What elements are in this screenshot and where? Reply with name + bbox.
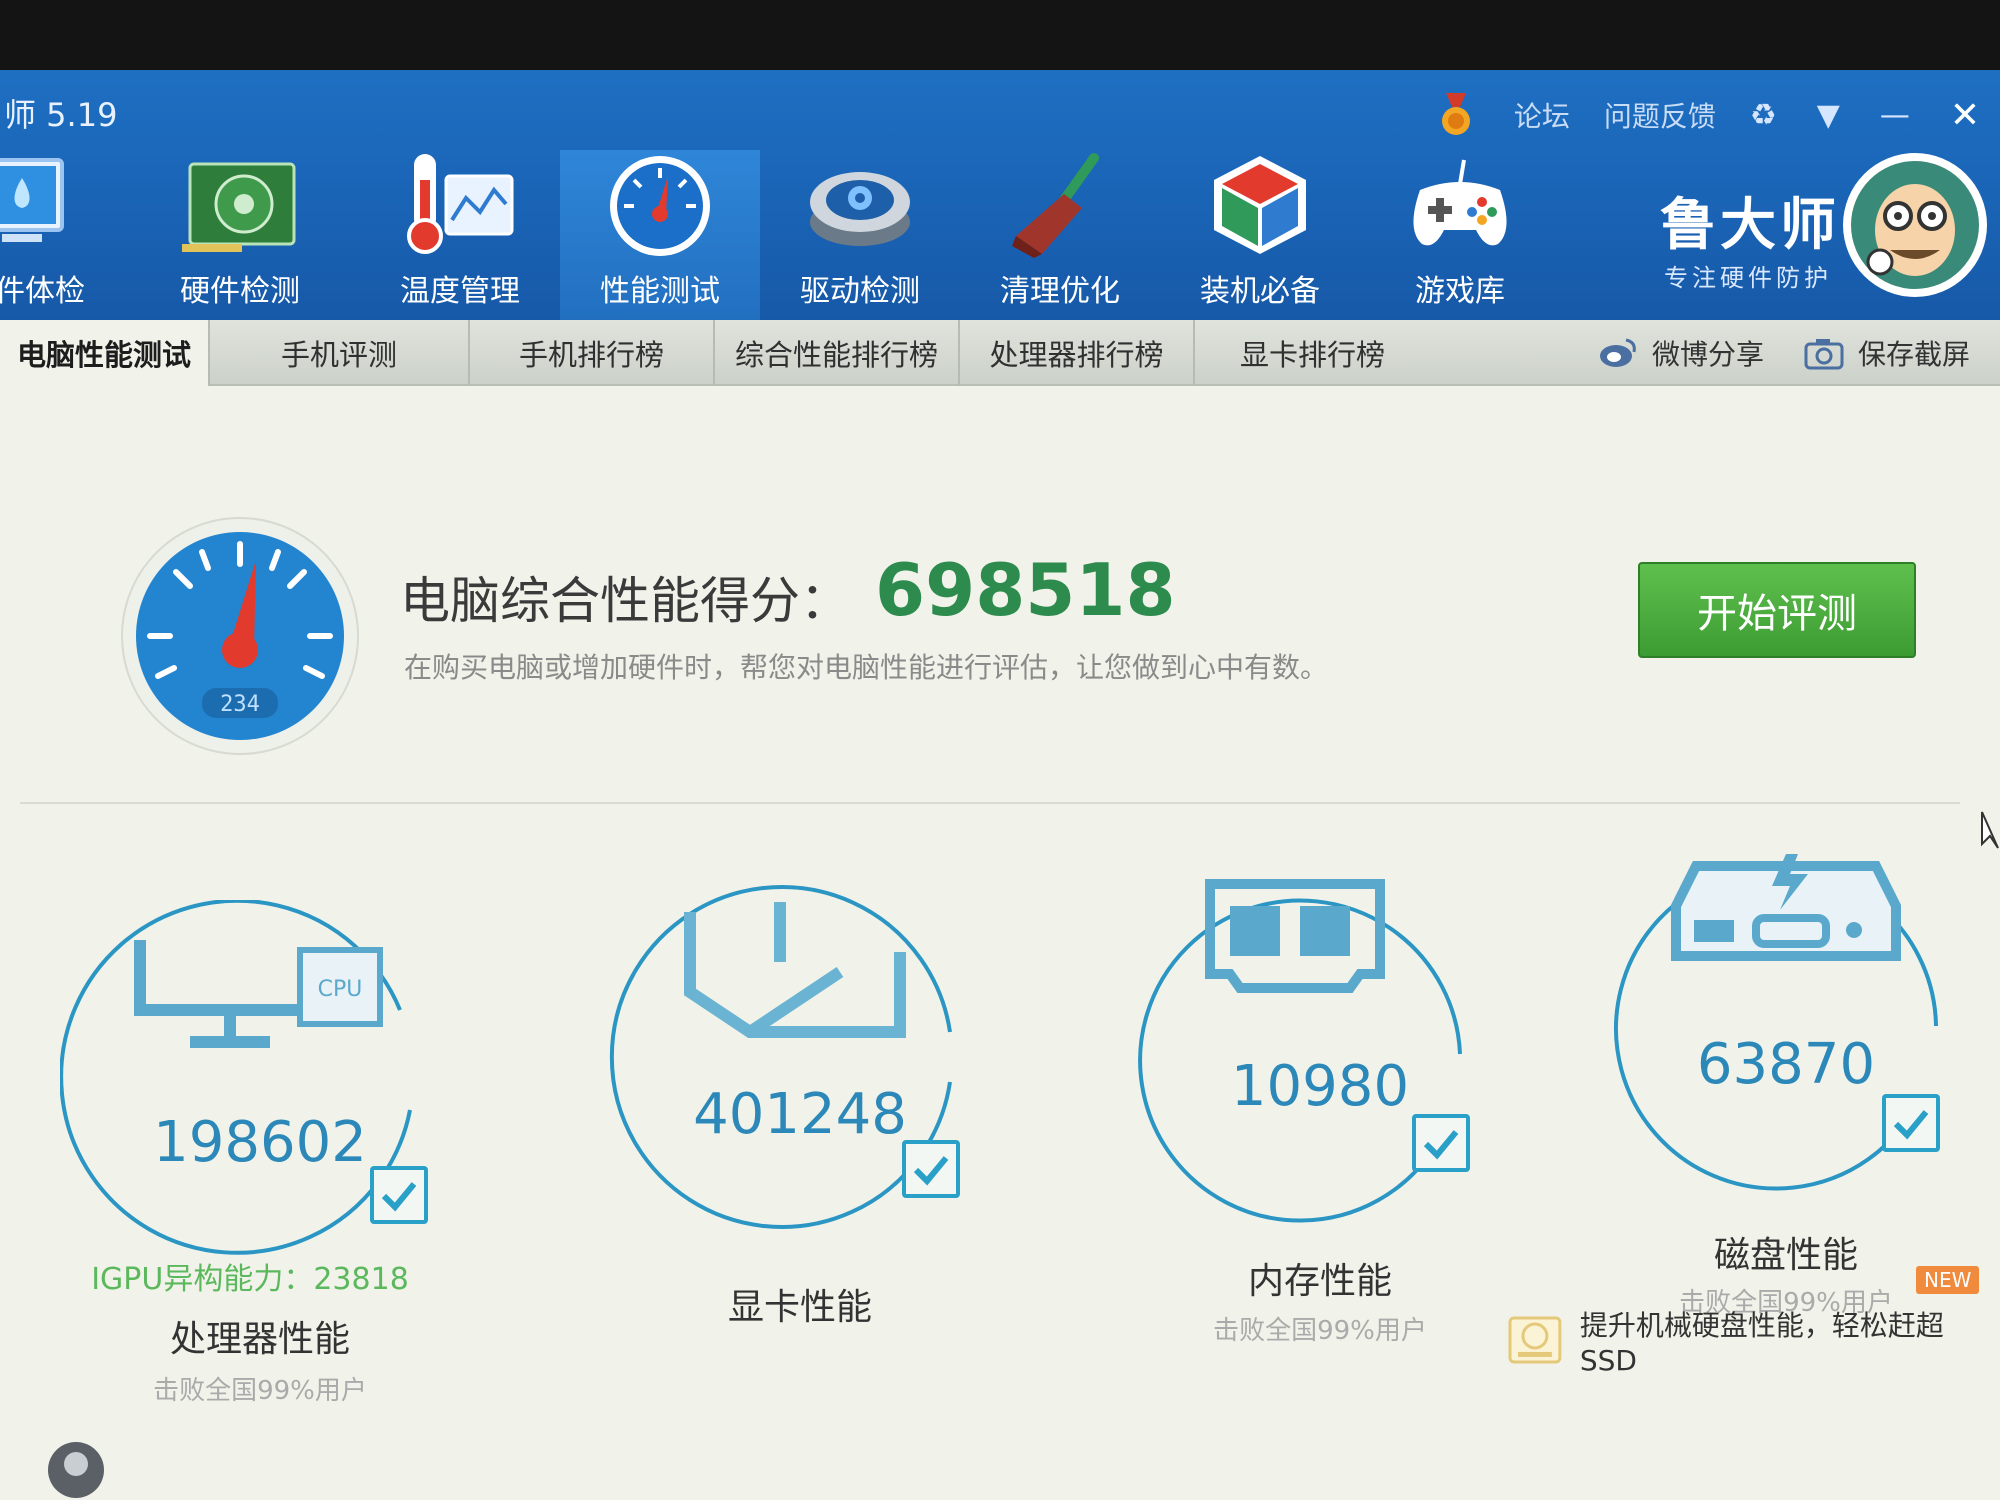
header-bar: 师 5.19 论坛 问题反馈 ♻ ▼ — ✕ 件体检 硬件检测 温度管理 性能测…: [0, 70, 2000, 320]
memory-check-icon: [1412, 1114, 1470, 1172]
overall-score-value: 698518: [875, 548, 1176, 632]
nav-label: 性能测试: [600, 274, 720, 309]
monitor-health-icon: [0, 158, 64, 242]
cpu-ring: CPU: [60, 900, 412, 1255]
graphics-card-icon: [182, 162, 296, 252]
tab-actions: 微博分享 保存截屏: [1558, 320, 1970, 386]
mascot-avatar-icon[interactable]: [1840, 150, 1990, 300]
nav-label: 温度管理: [400, 274, 520, 309]
cpu-label: 处理器性能: [169, 1319, 350, 1360]
mouse-cursor-icon: [1981, 811, 1999, 849]
nav-item-cleanup[interactable]: 清理优化: [960, 150, 1160, 320]
nav-label: 装机必备: [1200, 274, 1320, 309]
thermometer-icon: [407, 154, 514, 254]
cpu-performance-card[interactable]: CPU 198602 IGPU异构能力：23818 处理器性能 击败全国99%用…: [60, 900, 460, 1460]
start-test-button[interactable]: 开始评测: [1638, 562, 1916, 658]
nav-label: 件体检: [0, 274, 85, 309]
gpu-score: 401248: [693, 1082, 907, 1147]
weibo-icon: [1599, 338, 1636, 367]
brand-name: 鲁大师: [1660, 193, 1840, 258]
main-nav: 件体检 硬件检测 温度管理 性能测试 驱动检测 清理优化 装机必备 游戏库: [0, 150, 1560, 320]
memory-rank-text: 击败全国99%用户: [1213, 1316, 1427, 1346]
tab-cpu-ranking[interactable]: 处理器排行榜: [960, 320, 1195, 386]
score-section: 234 电脑综合性能得分： 698518 在购买电脑或增加硬件时，帮您对电脑性能…: [0, 386, 2000, 806]
disk-score: 63870: [1696, 1032, 1876, 1097]
nav-item-hardware[interactable]: 硬件检测: [120, 150, 360, 320]
tab-phone-review[interactable]: 手机评测: [210, 320, 470, 386]
save-screenshot-label: 保存截屏: [1857, 338, 1970, 371]
brand-slogan: 专注硬件防护: [1664, 264, 1832, 292]
cpu-chip-label: CPU: [318, 977, 363, 1002]
minimize-icon[interactable]: —: [1880, 98, 1910, 133]
nav-item-driver[interactable]: 驱动检测: [760, 150, 960, 320]
section-divider: [20, 802, 1960, 804]
taskbar-app-icon[interactable]: [46, 1440, 106, 1500]
gauge-number: 234: [220, 692, 260, 717]
gpu-label: 显卡性能: [727, 1287, 872, 1328]
memory-score: 10980: [1230, 1054, 1410, 1119]
monitor-cpu-icon: [134, 940, 320, 1048]
tab-gpu-ranking[interactable]: 显卡排行榜: [1195, 320, 1430, 386]
cpu-rank-text: 击败全国99%用户: [153, 1376, 367, 1406]
nav-item-performance[interactable]: 性能测试: [560, 150, 760, 320]
nav-item-health-check[interactable]: 件体检: [0, 150, 120, 320]
hard-disk-icon: [1508, 1316, 1562, 1364]
ssd-boost-link[interactable]: 提升机械硬盘性能，轻松赶超SSD: [1506, 1309, 2000, 1377]
gpu-check-icon: [902, 1140, 960, 1198]
hard-drive-icon: [1671, 854, 1901, 961]
nav-label: 清理优化: [1000, 274, 1120, 309]
memory-label: 内存性能: [1247, 1261, 1392, 1302]
save-screenshot-button[interactable]: 保存截屏: [1804, 333, 1970, 373]
medal-icon[interactable]: [1438, 93, 1474, 137]
nav-label: 硬件检测: [180, 274, 300, 309]
overall-score-description: 在购买电脑或增加硬件时，帮您对电脑性能进行评估，让您做到心中有数。: [404, 651, 1329, 684]
overall-score-label: 电脑综合性能得分：: [400, 572, 850, 630]
nav-label: 游戏库: [1415, 274, 1505, 309]
tab-phone-ranking[interactable]: 手机排行榜: [470, 320, 715, 386]
close-icon[interactable]: ✕: [1950, 95, 1980, 136]
tab-overall-ranking[interactable]: 综合性能排行榜: [715, 320, 960, 386]
feedback-link[interactable]: 问题反馈: [1604, 95, 1716, 135]
disk-check-icon: [1882, 1094, 1940, 1152]
new-badge: NEW: [1916, 1266, 1980, 1294]
igpu-score: IGPU异构能力：23818: [91, 1262, 409, 1297]
menu-dropdown-icon[interactable]: ▼: [1817, 98, 1840, 133]
nav-item-temperature[interactable]: 温度管理: [360, 150, 560, 320]
gamepad-icon: [1413, 159, 1507, 246]
cube-icon: [684, 902, 906, 1038]
weibo-share-button[interactable]: 微博分享: [1598, 333, 1764, 373]
gpu-performance-card[interactable]: 401248 显卡性能: [600, 882, 1000, 1442]
app-title: 师 5.19: [4, 96, 118, 134]
broom-icon: [1012, 153, 1099, 258]
ludashi-window: 师 5.19 论坛 问题反馈 ♻ ▼ — ✕ 件体检 硬件检测 温度管理 性能测…: [0, 70, 2000, 1500]
memory-performance-card[interactable]: 10980 内存性能 击败全国99%用户: [1120, 864, 1520, 1424]
nav-item-essentials[interactable]: 装机必备: [1160, 150, 1360, 320]
weibo-share-label: 微博分享: [1651, 338, 1764, 371]
skin-icon[interactable]: ♻: [1750, 98, 1777, 133]
cpu-check-icon: [370, 1166, 428, 1224]
forum-link[interactable]: 论坛: [1514, 95, 1570, 135]
nav-label: 驱动检测: [800, 274, 920, 309]
tab-bar: 电脑性能测试 手机评测 手机排行榜 综合性能排行榜 处理器排行榜 显卡排行榜 微…: [0, 320, 2000, 386]
cube-box-icon: [1214, 156, 1306, 254]
driver-gear-icon: [810, 172, 910, 246]
title-bar-controls: 论坛 问题反馈 ♻ ▼ — ✕: [1438, 90, 2000, 140]
ssd-banner-text: 提升机械硬盘性能，轻松赶超SSD: [1579, 1308, 1944, 1377]
camera-icon: [1804, 339, 1844, 370]
speedometer-icon: [610, 156, 710, 256]
performance-gauge-icon: 234: [121, 517, 359, 755]
tab-pc-performance[interactable]: 电脑性能测试: [0, 320, 210, 386]
nav-item-games[interactable]: 游戏库: [1360, 150, 1560, 320]
